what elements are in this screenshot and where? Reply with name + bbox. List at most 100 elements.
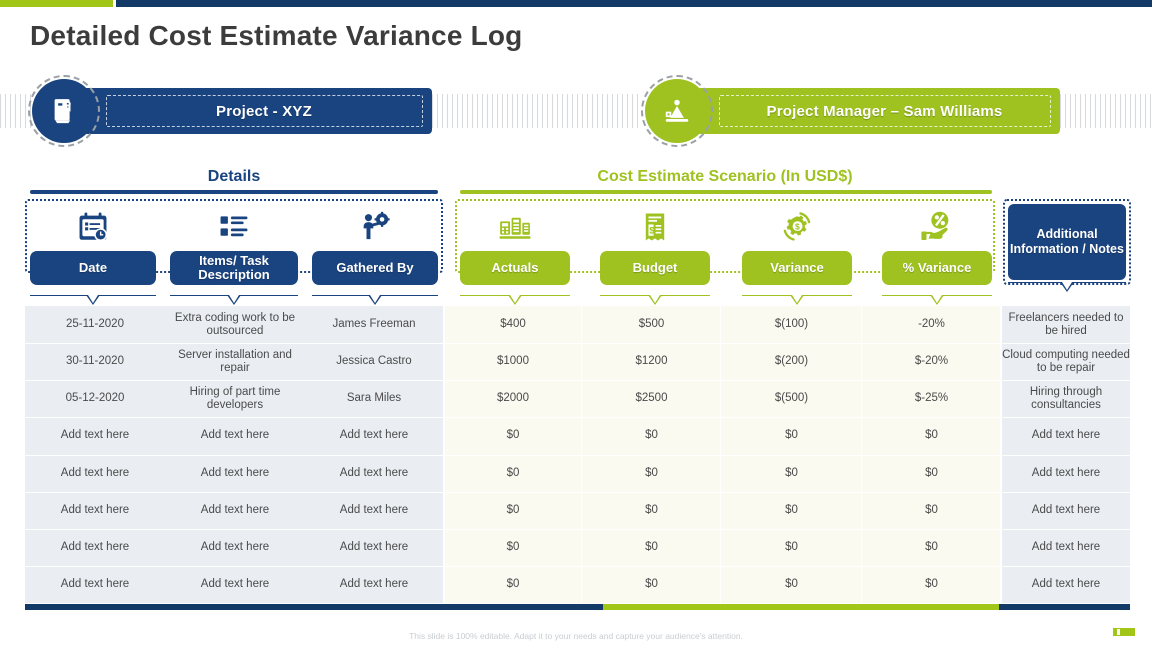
cell-actuals[interactable]: $0 — [445, 455, 581, 492]
column-header-pct-variance[interactable]: % Variance — [882, 201, 992, 293]
cell-items[interactable]: Add text here — [170, 492, 300, 529]
cell-date[interactable]: Add text here — [25, 455, 165, 492]
cell-date[interactable]: Add text here — [25, 529, 165, 566]
top-bar-navy-segment — [116, 0, 1152, 7]
cell-budget[interactable]: $0 — [583, 492, 720, 529]
cell-gathered-by[interactable]: Add text here — [308, 566, 440, 603]
cell-notes[interactable]: Add text here — [1002, 566, 1130, 603]
cell-notes[interactable]: Add text here — [1002, 492, 1130, 529]
cell-variance[interactable]: $(200) — [722, 343, 861, 380]
cell-budget[interactable]: $1200 — [583, 343, 720, 380]
project-manager-banner-label: Project Manager – Sam Williams — [766, 102, 1003, 120]
cell-items[interactable]: Server installation and repair — [170, 343, 300, 380]
cell-pct-var[interactable]: $0 — [863, 492, 1000, 529]
cell-date[interactable]: Add text here — [25, 417, 165, 454]
table-row[interactable]: Add text here Add text here Add text here $… — [25, 492, 1130, 529]
cell-pct-var[interactable]: $-20% — [863, 343, 1000, 380]
connector-variance — [742, 295, 852, 306]
column-header-actuals[interactable]: Actuals — [460, 201, 570, 293]
cell-actuals[interactable]: $0 — [445, 566, 581, 603]
cell-pct-var[interactable]: $-25% — [863, 380, 1000, 417]
group-title-details: Details — [207, 168, 261, 185]
column-header-gathered-by-label: Gathered By — [312, 251, 438, 285]
table-row[interactable]: Add text here Add text here Add text here $… — [25, 529, 1130, 566]
cell-variance[interactable]: $0 — [722, 417, 861, 454]
cell-actuals[interactable]: $1000 — [445, 343, 581, 380]
cell-pct-var[interactable]: $0 — [863, 417, 1000, 454]
bottom-bar-navy-right — [999, 604, 1130, 610]
cell-pct-var[interactable]: $0 — [863, 566, 1000, 603]
cell-date[interactable]: 30-11-2020 — [25, 343, 165, 380]
column-header-variance[interactable]: $ Variance — [742, 201, 852, 293]
column-header-notes[interactable]: Additional Information / Notes — [1008, 204, 1126, 280]
cell-items[interactable]: Add text here — [170, 417, 300, 454]
cell-pct-var[interactable]: $0 — [863, 455, 1000, 492]
bottom-accent-bar — [25, 604, 1130, 610]
cell-notes[interactable]: Cloud computing needed to be repair — [1002, 343, 1130, 380]
cell-date[interactable]: Add text here — [25, 566, 165, 603]
cell-variance[interactable]: $0 — [722, 455, 861, 492]
cell-budget[interactable]: $0 — [583, 417, 720, 454]
connector-gathered-by — [312, 295, 438, 306]
connector-notes — [1008, 282, 1126, 293]
cell-gathered-by[interactable]: James Freeman — [308, 306, 440, 343]
table-row[interactable]: Add text here Add text here Add text here $… — [25, 566, 1130, 603]
cell-budget[interactable]: $0 — [583, 529, 720, 566]
cell-gathered-by[interactable]: Add text here — [308, 529, 440, 566]
cell-variance[interactable]: $0 — [722, 492, 861, 529]
cell-pct-var[interactable]: $0 — [863, 529, 1000, 566]
cell-gathered-by[interactable]: Jessica Castro — [308, 343, 440, 380]
column-header-notes-label: Additional Information / Notes — [1010, 227, 1124, 256]
table-row[interactable]: 05-12-2020 Hiring of part time developers… — [25, 380, 1130, 417]
table-row[interactable]: Add text here Add text here Add text here $… — [25, 417, 1130, 454]
column-header-date[interactable]: Date — [30, 201, 156, 293]
cell-variance[interactable]: $0 — [722, 566, 861, 603]
cell-date[interactable]: 05-12-2020 — [25, 380, 165, 417]
cell-items[interactable]: Add text here — [170, 529, 300, 566]
cell-budget[interactable]: $0 — [583, 566, 720, 603]
column-header-items[interactable]: Items/ Task Description — [170, 201, 298, 293]
column-header-gathered-by[interactable]: Gathered By — [312, 201, 438, 293]
cell-budget[interactable]: $0 — [583, 455, 720, 492]
column-header-pct-variance-label: % Variance — [882, 251, 992, 285]
cell-pct-var[interactable]: -20% — [863, 306, 1000, 343]
cell-gathered-by[interactable]: Sara Miles — [308, 380, 440, 417]
cell-gathered-by[interactable]: Add text here — [308, 455, 440, 492]
cell-actuals[interactable]: $0 — [445, 529, 581, 566]
cell-variance[interactable]: $(100) — [722, 306, 861, 343]
group-title-scenario: Cost Estimate Scenario (In USD$) — [597, 168, 853, 185]
project-banner[interactable]: Project - XYZ — [62, 88, 432, 134]
cell-items[interactable]: Add text here — [170, 566, 300, 603]
cell-items[interactable]: Add text here — [170, 455, 300, 492]
cell-date[interactable]: Add text here — [25, 492, 165, 529]
column-header-budget[interactable]: $ Budget — [600, 201, 710, 293]
cell-actuals[interactable]: $0 — [445, 417, 581, 454]
cell-notes[interactable]: Add text here — [1002, 529, 1130, 566]
cell-gathered-by[interactable]: Add text here — [308, 492, 440, 529]
cell-notes[interactable]: Add text here — [1002, 417, 1130, 454]
cell-actuals[interactable]: $2000 — [445, 380, 581, 417]
cell-gathered-by[interactable]: Add text here — [308, 417, 440, 454]
table-row[interactable]: 25-11-2020 Extra coding work to be outsou… — [25, 306, 1130, 343]
cell-variance[interactable]: $0 — [722, 529, 861, 566]
svg-text:$: $ — [795, 222, 800, 232]
connector-actuals — [460, 295, 570, 306]
cell-budget[interactable]: $2500 — [583, 380, 720, 417]
cell-date[interactable]: 25-11-2020 — [25, 306, 165, 343]
cell-notes[interactable]: Hiring through consultancies — [1002, 380, 1130, 417]
cell-items[interactable]: Extra coding work to be outsourced — [170, 306, 300, 343]
table-row[interactable]: 30-11-2020 Server installation and repair… — [25, 343, 1130, 380]
page-title: Detailed Cost Estimate Variance Log — [30, 20, 523, 51]
cell-notes[interactable]: Add text here — [1002, 455, 1130, 492]
project-manager-banner[interactable]: Project Manager – Sam Williams — [675, 88, 1060, 134]
cell-items[interactable]: Hiring of part time developers — [170, 380, 300, 417]
group-rule-details — [30, 190, 438, 194]
document-badge-icon — [28, 75, 100, 147]
table-row[interactable]: Add text here Add text here Add text here $… — [25, 455, 1130, 492]
cell-variance[interactable]: $(500) — [722, 380, 861, 417]
corner-mark — [1113, 628, 1135, 636]
cell-notes[interactable]: Freelancers needed to be hired — [1002, 306, 1130, 343]
cell-actuals[interactable]: $0 — [445, 492, 581, 529]
cell-actuals[interactable]: $400 — [445, 306, 581, 343]
cell-budget[interactable]: $500 — [583, 306, 720, 343]
